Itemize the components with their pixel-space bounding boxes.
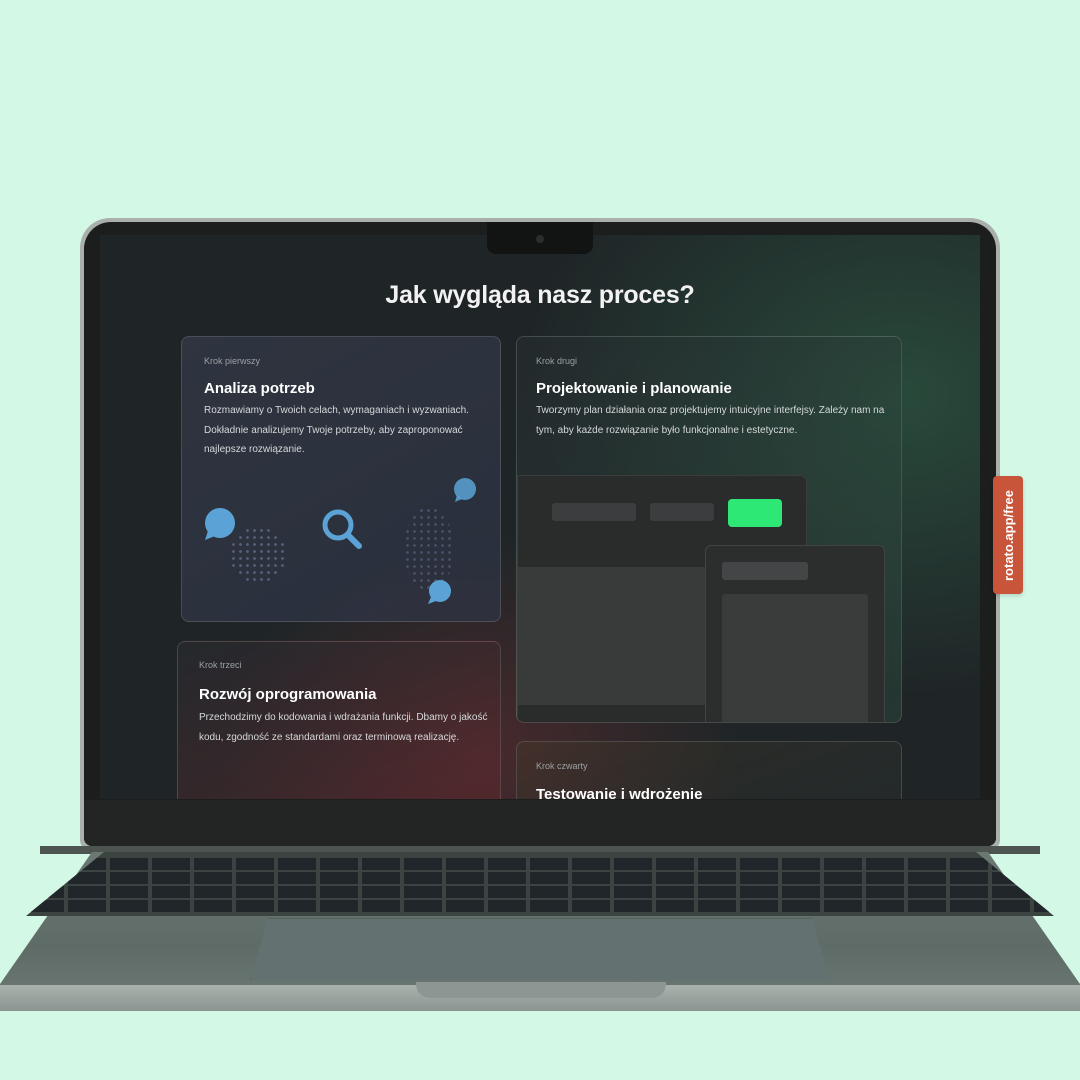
- process-card-testing: Krok czwarty Testowanie i wdrożenie: [516, 741, 902, 799]
- keyboard: [26, 852, 1054, 916]
- screen-bottom-bezel: [84, 800, 996, 846]
- card-title: Projektowanie i planowanie: [536, 380, 732, 397]
- step-label: Krok trzeci: [199, 660, 242, 670]
- wireframe-nav-bar: [650, 503, 714, 521]
- wireframe-content-area: [518, 567, 708, 705]
- trackpad: [250, 918, 830, 980]
- card-description: Przechodzimy do kodowania i wdrażania fu…: [199, 712, 488, 743]
- key-row: [26, 886, 1054, 898]
- step-label: Krok drugi: [536, 356, 578, 366]
- process-card-development: Krok trzeci Rozwój oprogramowania Przech…: [177, 641, 501, 799]
- camera-icon: [536, 235, 544, 243]
- chat-bubble-icon: [454, 478, 476, 502]
- lid-opening-notch: [416, 982, 666, 998]
- analysis-illustration: [182, 337, 500, 621]
- card-title: Testowanie i wdrożenie: [536, 786, 703, 799]
- search-icon: [322, 509, 362, 549]
- key-row: [26, 872, 1054, 884]
- key-row: [26, 858, 1054, 870]
- rotato-link-tag[interactable]: rotato.app/free: [993, 476, 1023, 594]
- card-description: Tworzymy plan działania oraz projektujem…: [536, 405, 885, 436]
- dot-pattern: [230, 527, 286, 583]
- wireframe-panel-bar: [722, 562, 808, 580]
- laptop-screen: Jak wygląda nasz proces? Krok pierwszy A…: [100, 235, 980, 799]
- key-row: [26, 900, 1054, 912]
- step-label: Krok czwarty: [536, 761, 588, 771]
- side-tag-label: rotato.app/free: [1000, 489, 1016, 581]
- card-title: Rozwój oprogramowania: [199, 686, 377, 703]
- wireframe-mobile-panel: [705, 545, 885, 722]
- process-card-analysis: Krok pierwszy Analiza potrzeb Rozmawiamy…: [181, 336, 501, 622]
- wireframe-panel-area: [722, 594, 868, 722]
- process-card-design: Krok drugi Projektowanie i planowanie Tw…: [516, 336, 902, 723]
- page-title: Jak wygląda nasz proces?: [385, 281, 695, 309]
- chat-bubble-icon: [428, 580, 451, 604]
- wireframe-cta-button: [728, 499, 782, 527]
- wireframe-nav-bar: [552, 503, 636, 521]
- chat-bubble-icon: [205, 508, 235, 540]
